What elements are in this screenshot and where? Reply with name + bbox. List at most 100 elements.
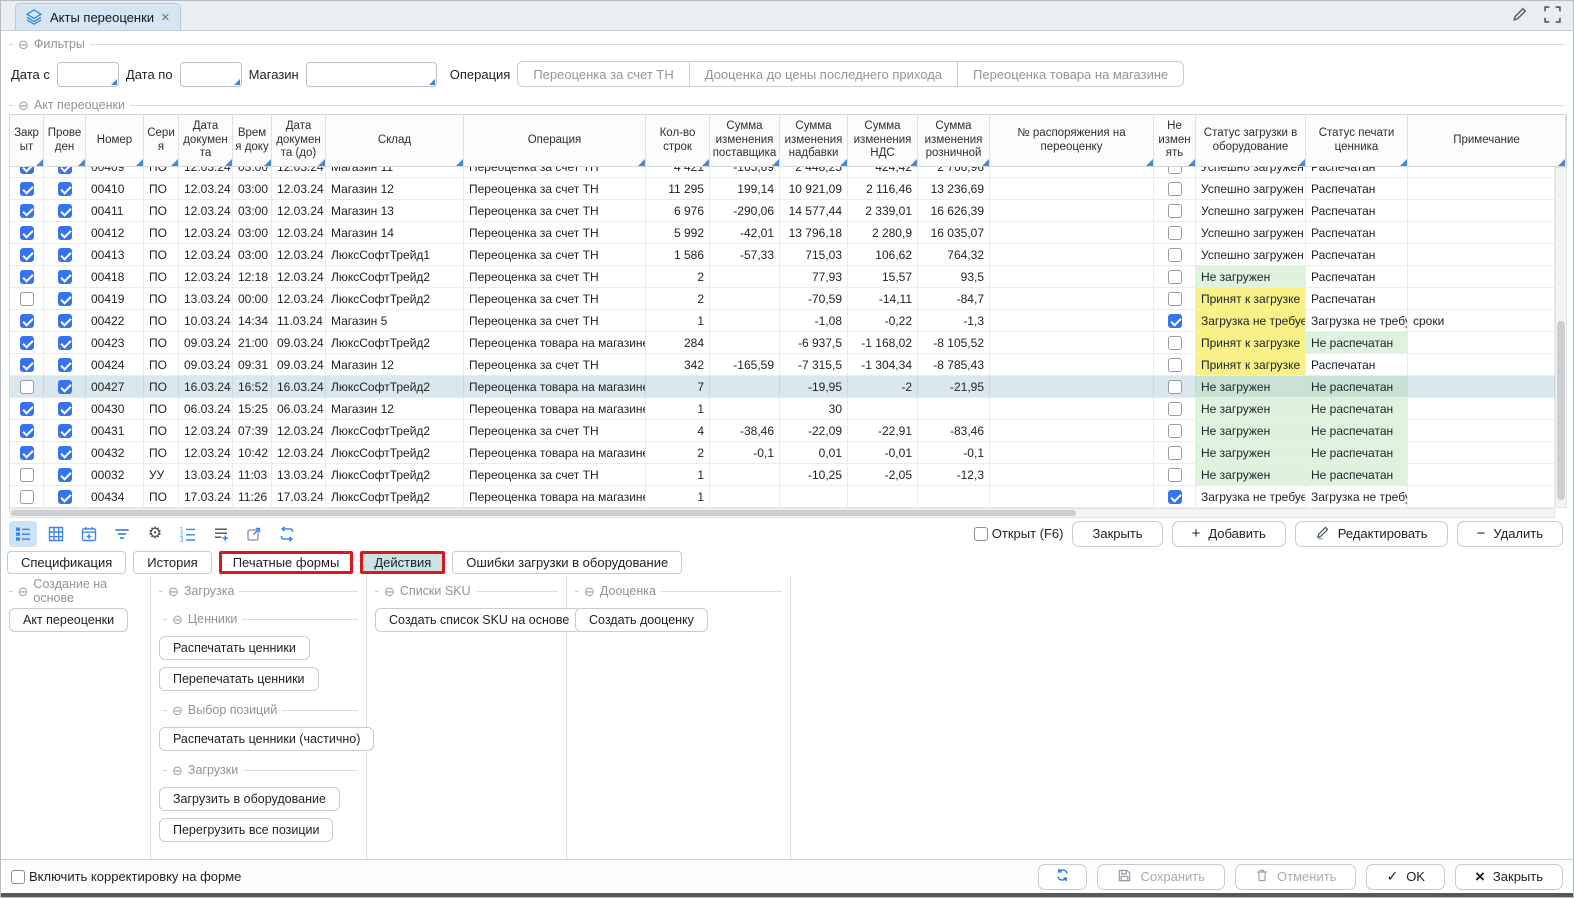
collapse-icon[interactable]: ⊖ <box>168 585 179 598</box>
no_change-checkbox[interactable] <box>1168 167 1182 174</box>
posted-checkbox[interactable] <box>58 402 72 416</box>
date-to-input[interactable] <box>180 62 242 87</box>
ok-button[interactable]: ✓OK <box>1366 864 1445 890</box>
detail-tab-спецификация[interactable]: Спецификация <box>7 551 126 574</box>
action-button-перепечатать-ценники[interactable]: Перепечатать ценники <box>159 667 319 691</box>
no_change-checkbox[interactable] <box>1168 490 1182 504</box>
collapse-icon[interactable]: ⊖ <box>172 704 183 717</box>
detail-tab-история[interactable]: История <box>133 551 211 574</box>
closed-checkbox[interactable] <box>20 424 34 438</box>
cancel-button[interactable]: Отменить <box>1235 864 1356 890</box>
vertical-scroll-thumb[interactable] <box>1557 321 1565 501</box>
posted-checkbox[interactable] <box>58 226 72 240</box>
add-list-icon[interactable] <box>207 521 235 547</box>
store-input[interactable] <box>306 62 437 87</box>
column-header-note[interactable]: Примечание <box>1408 115 1566 166</box>
table-row-00409[interactable]: 00409ПО12.03.2403:0012.03.24Магазин 11Пе… <box>10 167 1555 178</box>
closed-checkbox[interactable] <box>20 446 34 460</box>
no_change-checkbox[interactable] <box>1168 380 1182 394</box>
closed-checkbox[interactable] <box>20 204 34 218</box>
operation-option-tn[interactable]: Переоценка за счет ТН <box>517 61 689 87</box>
table-row-00434[interactable]: 00434ПО17.03.2411:2617.03.24ЛюксСофтТрей… <box>10 486 1555 508</box>
numbered-list-icon[interactable]: 123 <box>174 521 202 547</box>
posted-checkbox[interactable] <box>58 182 72 196</box>
column-header-order_no[interactable]: № распоряжения на переоценку <box>990 115 1154 166</box>
column-header-no_change[interactable]: Не изменять <box>1154 115 1196 166</box>
form-correction-toggle[interactable]: Включить корректировку на форме <box>11 869 241 884</box>
horizontal-scrollbar[interactable] <box>9 508 1555 518</box>
table-row-00424[interactable]: 00424ПО09.03.2409:3109.03.24Магазин 12Пе… <box>10 354 1555 376</box>
no_change-checkbox[interactable] <box>1168 204 1182 218</box>
closed-checkbox[interactable] <box>20 167 34 174</box>
column-header-sum_vat[interactable]: Сумма изменения НДС <box>848 115 918 166</box>
open-f6-checkbox[interactable] <box>974 527 988 541</box>
no_change-checkbox[interactable] <box>1168 182 1182 196</box>
no_change-checkbox[interactable] <box>1168 468 1182 482</box>
no_change-checkbox[interactable] <box>1168 292 1182 306</box>
collapse-icon[interactable]: ⊖ <box>384 585 395 598</box>
posted-checkbox[interactable] <box>58 167 72 174</box>
action-button-загрузить-в-оборудование[interactable]: Загрузить в оборудование <box>159 787 340 811</box>
posted-checkbox[interactable] <box>58 336 72 350</box>
table-row-00418[interactable]: 00418ПО12.03.2412:1812.03.24ЛюксСофтТрей… <box>10 266 1555 288</box>
table-view-icon[interactable] <box>42 521 70 547</box>
refresh-button[interactable] <box>1038 864 1087 890</box>
action-button-распечатать-ценники-частично-[interactable]: Распечатать ценники (частично) <box>159 727 374 751</box>
filter-icon[interactable] <box>108 521 136 547</box>
column-header-date_to[interactable]: Дата документа (до) <box>272 115 326 166</box>
column-header-sum_supplier[interactable]: Сумма изменения поставщика <box>710 115 780 166</box>
delete-button[interactable]: −Удалить <box>1457 521 1563 547</box>
no_change-checkbox[interactable] <box>1168 446 1182 460</box>
column-header-warehouse[interactable]: Склад <box>326 115 464 166</box>
edit-pencil-icon[interactable] <box>1511 6 1528 23</box>
closed-checkbox[interactable] <box>20 336 34 350</box>
table-row-00413[interactable]: 00413ПО12.03.2403:0012.03.24ЛюксСофтТрей… <box>10 244 1555 266</box>
posted-checkbox[interactable] <box>58 380 72 394</box>
column-header-posted[interactable]: Проведен <box>44 115 86 166</box>
collapse-icon[interactable]: ⊖ <box>584 585 595 598</box>
column-header-time[interactable]: Время доку <box>233 115 272 166</box>
detail-tab-печатные-формы[interactable]: Печатные формы <box>219 551 354 574</box>
no_change-checkbox[interactable] <box>1168 336 1182 350</box>
column-header-lines[interactable]: Кол-во строк <box>646 115 710 166</box>
collapse-icon[interactable]: ⊖ <box>18 99 29 112</box>
action-button-создать-список-sku-на-основе[interactable]: Создать список SKU на основе <box>375 608 583 632</box>
posted-checkbox[interactable] <box>58 270 72 284</box>
collapse-icon[interactable]: ⊖ <box>18 38 29 51</box>
column-header-date[interactable]: Дата документа <box>179 115 233 166</box>
closed-checkbox[interactable] <box>20 402 34 416</box>
posted-checkbox[interactable] <box>58 424 72 438</box>
column-header-print_status[interactable]: Статус печати ценника <box>1306 115 1408 166</box>
close-act-button[interactable]: Закрыть <box>1072 521 1162 547</box>
column-header-series[interactable]: Серия <box>144 115 179 166</box>
date-from-input[interactable] <box>57 62 119 87</box>
closed-checkbox[interactable] <box>20 380 34 394</box>
no_change-checkbox[interactable] <box>1168 424 1182 438</box>
closed-checkbox[interactable] <box>20 226 34 240</box>
edit-button[interactable]: Редактировать <box>1295 521 1448 547</box>
closed-checkbox[interactable] <box>20 490 34 504</box>
horizontal-scroll-thumb[interactable] <box>11 510 1076 516</box>
list-view-icon[interactable] <box>9 521 37 547</box>
open-f6-toggle[interactable]: Открыт (F6) <box>974 526 1064 541</box>
calendar-icon[interactable] <box>75 521 103 547</box>
save-button[interactable]: Сохранить <box>1097 864 1225 890</box>
posted-checkbox[interactable] <box>58 446 72 460</box>
collapse-icon[interactable]: ⊖ <box>172 764 183 777</box>
closed-checkbox[interactable] <box>20 270 34 284</box>
add-button[interactable]: +Добавить <box>1172 521 1286 547</box>
table-row-00427[interactable]: 00427ПО16.03.2416:5216.03.24ЛюксСофтТрей… <box>10 376 1555 398</box>
column-header-operation[interactable]: Операция <box>464 115 646 166</box>
settings-icon[interactable]: ⚙ <box>141 521 169 547</box>
posted-checkbox[interactable] <box>58 314 72 328</box>
column-header-sum_markup[interactable]: Сумма изменения надбавки <box>780 115 848 166</box>
detail-tab-действия[interactable]: Действия <box>360 551 445 574</box>
no_change-checkbox[interactable] <box>1168 314 1182 328</box>
collapse-icon[interactable]: ⊖ <box>18 585 29 598</box>
action-button-создать-дооценку[interactable]: Создать дооценку <box>575 608 708 632</box>
column-header-sum_retail[interactable]: Сумма изменения розничной <box>918 115 990 166</box>
table-row-00412[interactable]: 00412ПО12.03.2403:0012.03.24Магазин 14Пе… <box>10 222 1555 244</box>
tab-close-icon[interactable]: × <box>161 10 170 25</box>
table-row-00430[interactable]: 00430ПО06.03.2415:2506.03.24Магазин 12Пе… <box>10 398 1555 420</box>
no_change-checkbox[interactable] <box>1168 226 1182 240</box>
